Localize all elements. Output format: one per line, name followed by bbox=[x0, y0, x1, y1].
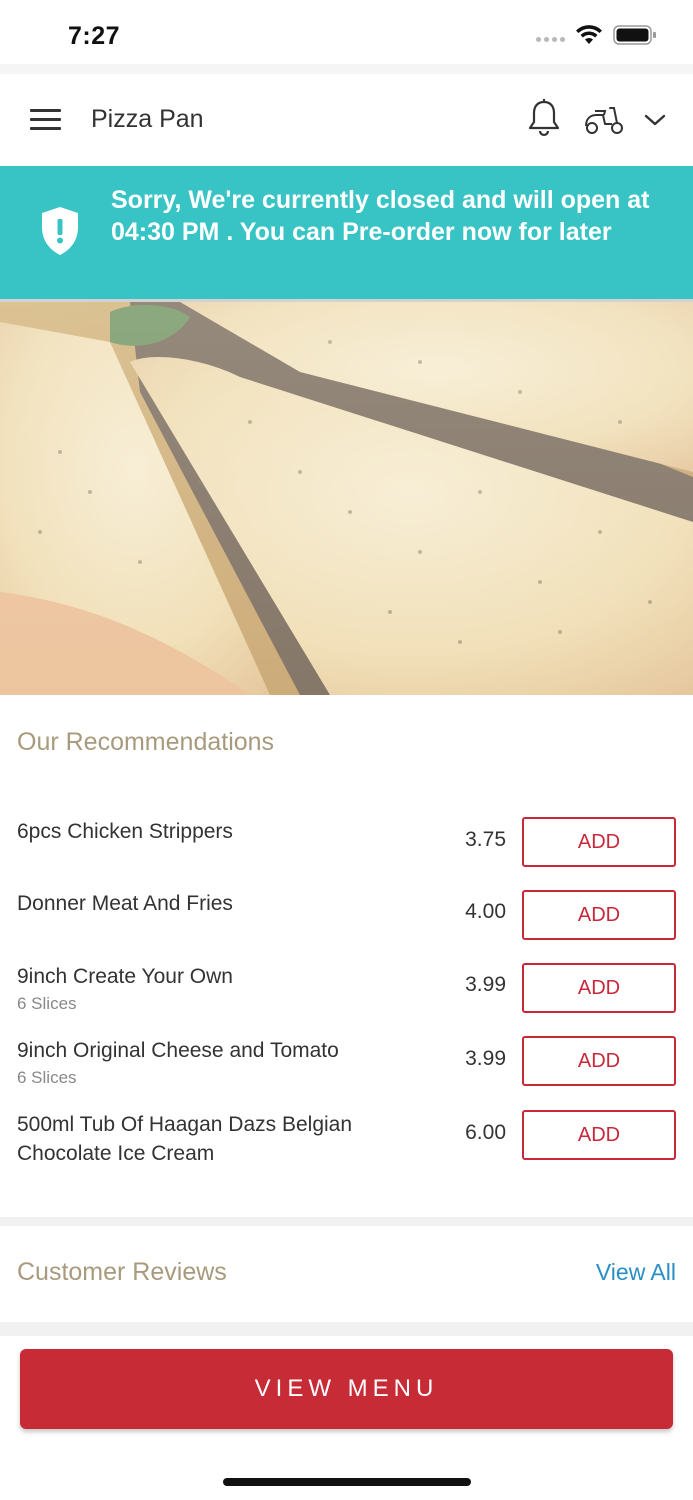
add-button[interactable]: ADD bbox=[522, 890, 676, 940]
chevron-down-icon bbox=[644, 114, 666, 126]
notifications-button[interactable] bbox=[526, 98, 562, 138]
section-divider bbox=[0, 1322, 693, 1336]
closed-message: Sorry, We're currently closed and will o… bbox=[111, 186, 650, 246]
item-price: 6.00 bbox=[465, 1121, 506, 1144]
page-title: Pizza Pan bbox=[91, 105, 204, 133]
add-button[interactable]: ADD bbox=[522, 963, 676, 1013]
home-indicator bbox=[223, 1478, 471, 1486]
view-menu-button[interactable]: VIEW MENU bbox=[20, 1349, 673, 1429]
item-subtitle: 6 Slices bbox=[17, 994, 77, 1013]
item-name: 9inch Original Cheese and Tomato bbox=[17, 1039, 339, 1062]
item-price: 4.00 bbox=[465, 900, 506, 923]
bell-icon bbox=[528, 99, 560, 137]
signal-icon bbox=[536, 36, 565, 42]
view-all-reviews-link[interactable]: View All bbox=[596, 1259, 676, 1286]
wifi-icon bbox=[576, 25, 602, 44]
item-price: 3.75 bbox=[465, 828, 506, 851]
delivery-mode-dropdown[interactable] bbox=[642, 108, 668, 132]
menu-button[interactable] bbox=[30, 107, 62, 133]
recommendations-title: Our Recommendations bbox=[17, 728, 275, 756]
scooter-icon bbox=[585, 107, 623, 134]
hero-pizza-image bbox=[0, 302, 693, 695]
reviews-title: Customer Reviews bbox=[17, 1258, 227, 1286]
status-bar: 7:27 bbox=[0, 0, 693, 70]
item-name: 500ml Tub Of Haagan Dazs Belgian Chocola… bbox=[17, 1113, 353, 1165]
item-name: Donner Meat And Fries bbox=[17, 892, 233, 915]
delivery-mode-button[interactable] bbox=[583, 102, 627, 138]
status-time: 7:27 bbox=[68, 22, 121, 50]
app-header: Pizza Pan bbox=[0, 74, 693, 166]
item-name: 9inch Create Your Own bbox=[17, 965, 233, 988]
section-divider bbox=[0, 1217, 693, 1226]
status-icons bbox=[536, 24, 657, 46]
item-subtitle: 6 Slices bbox=[17, 1068, 77, 1087]
item-price: 3.99 bbox=[465, 1047, 506, 1070]
add-button[interactable]: ADD bbox=[522, 1110, 676, 1160]
add-button[interactable]: ADD bbox=[522, 1036, 676, 1086]
shield-alert-icon bbox=[42, 207, 78, 255]
header-separator bbox=[0, 64, 693, 74]
add-button[interactable]: ADD bbox=[522, 817, 676, 867]
battery-icon bbox=[613, 25, 656, 45]
item-name: 6pcs Chicken Strippers bbox=[17, 820, 233, 843]
item-price: 3.99 bbox=[465, 973, 506, 996]
hamburger-menu-icon bbox=[30, 109, 61, 112]
